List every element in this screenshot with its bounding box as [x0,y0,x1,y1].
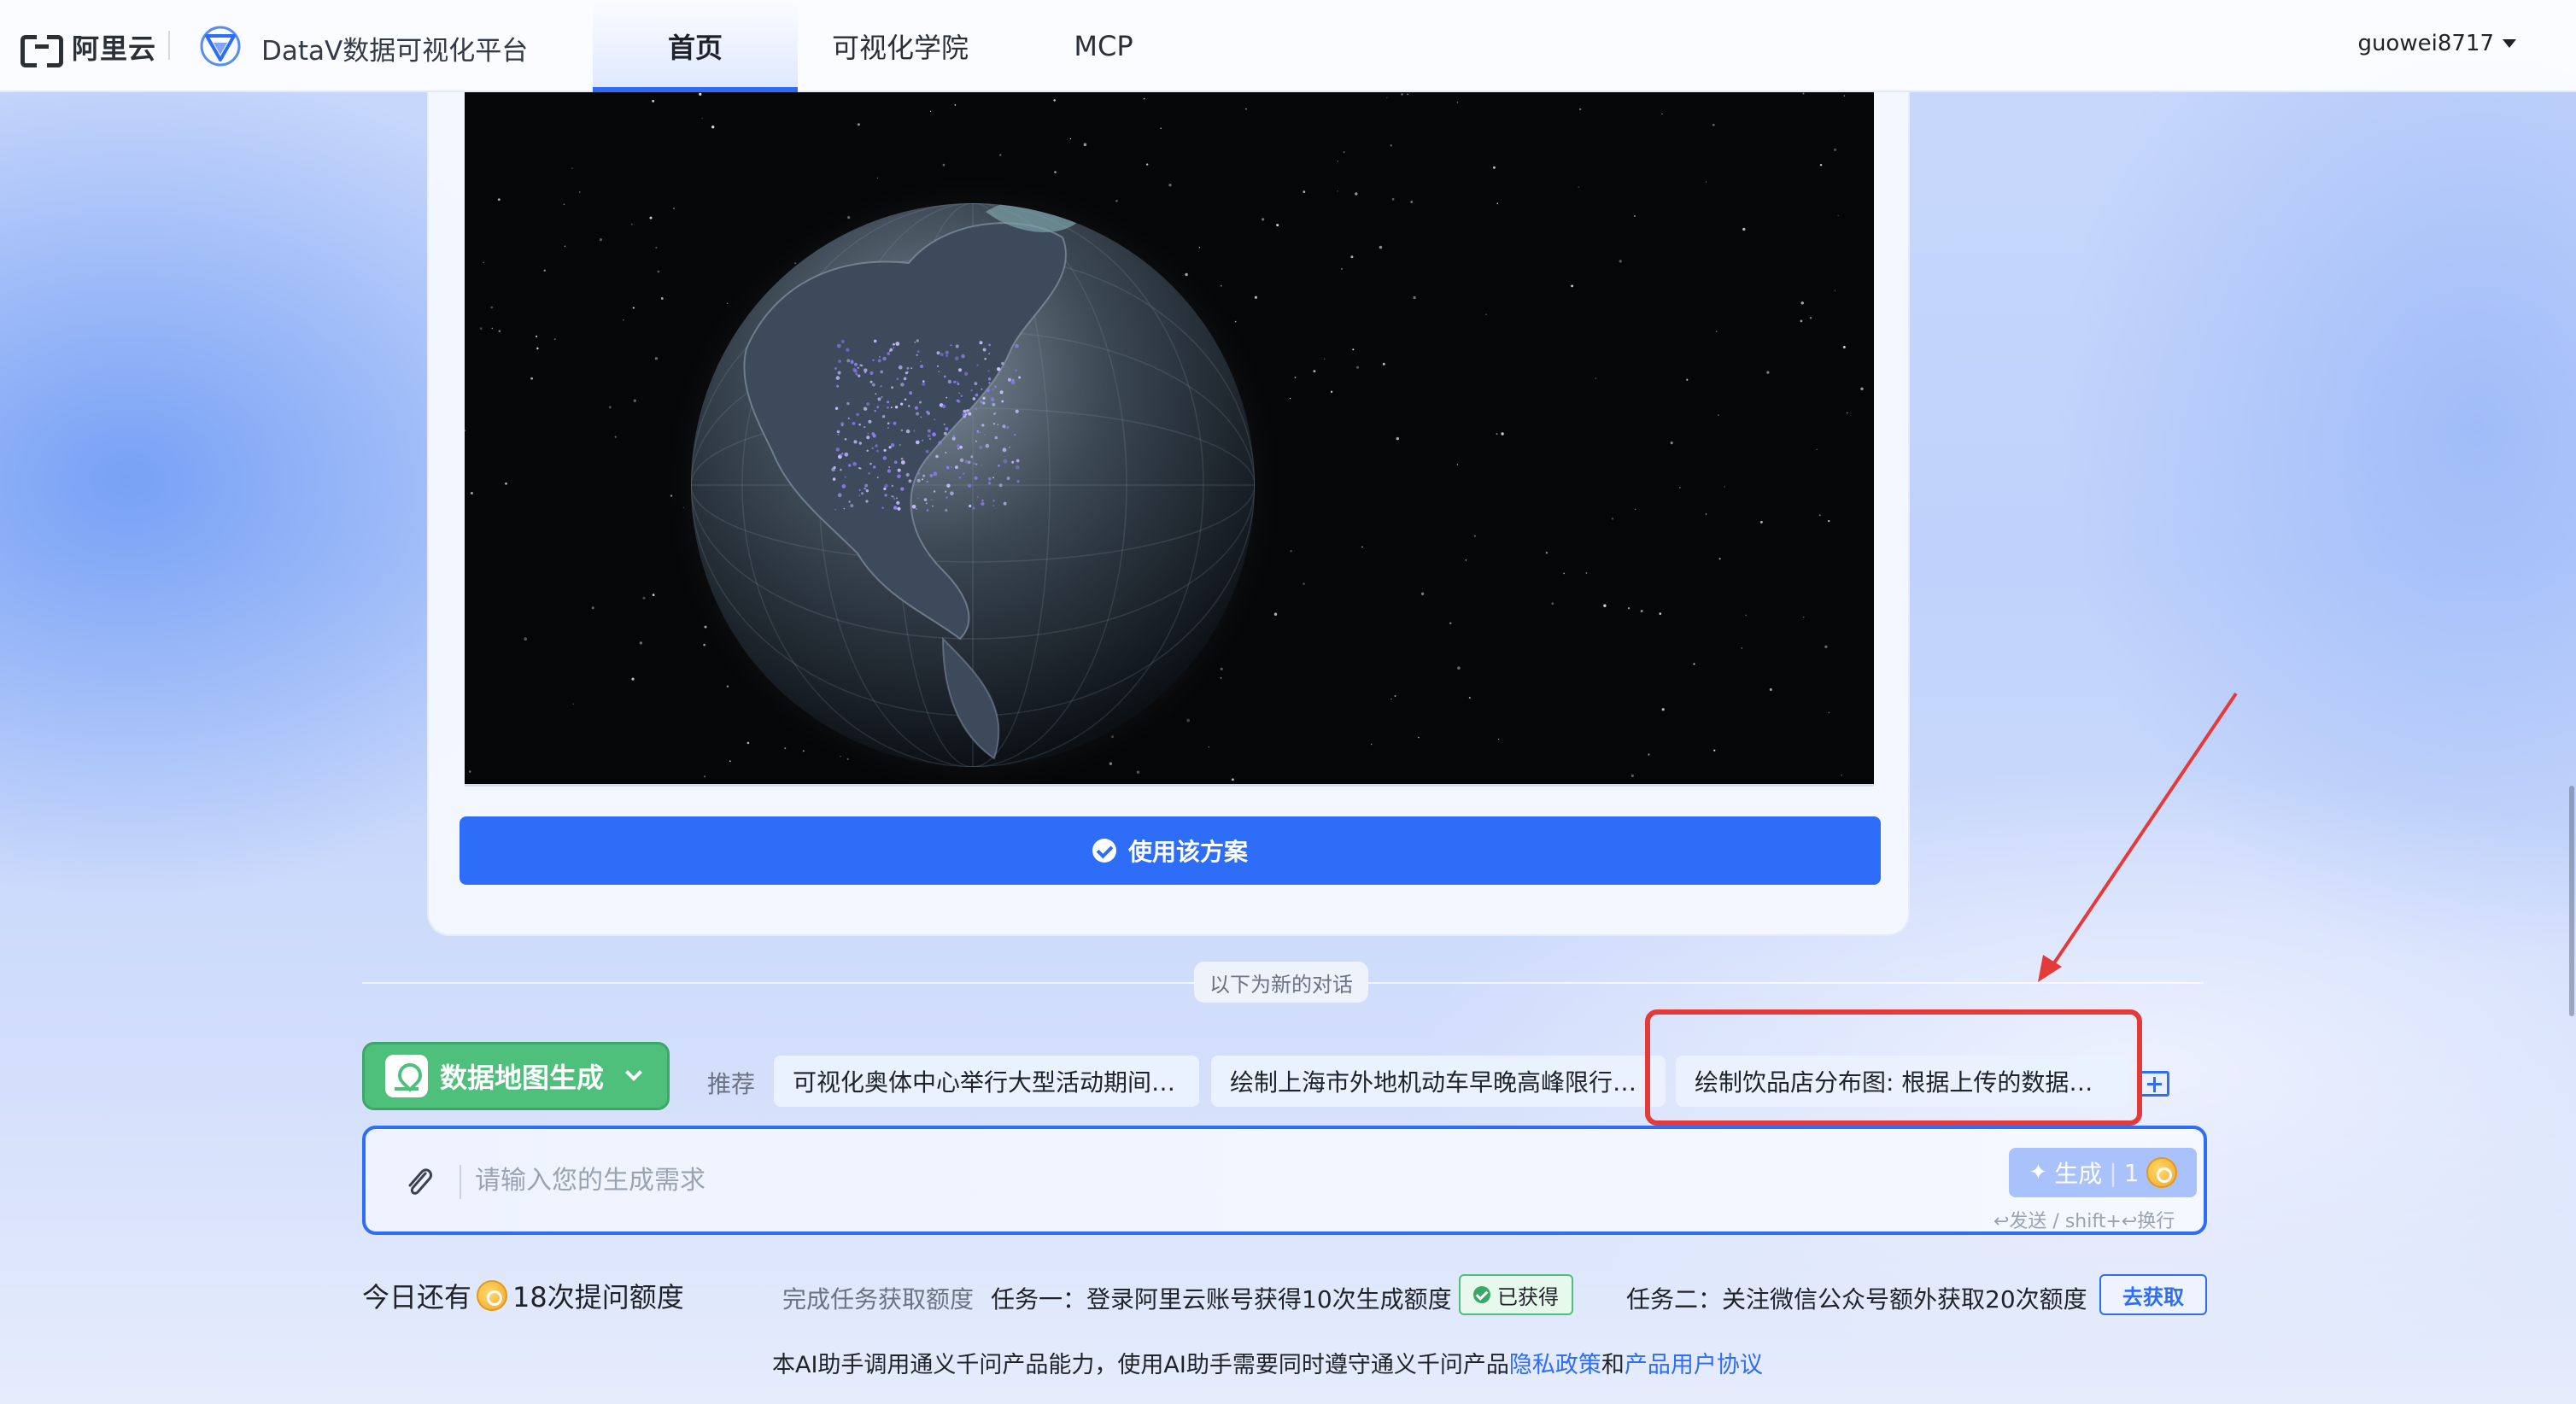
generate-label: 生成 [2054,1160,2103,1188]
privacy-policy-link[interactable]: 隐私政策 [1509,1352,1601,1378]
use-plan-button[interactable]: 使用该方案 [460,816,1881,885]
send-hint: ↩发送 / shift+↩换行 [1993,1211,2175,1232]
input-separator [460,1165,461,1199]
recommend-chip-2[interactable]: 绘制上海市外地机动车早晚高峰限行… [1211,1056,1666,1107]
check-circle-icon [1092,839,1116,863]
tab-mcp-label: MCP [1074,30,1133,62]
map-pin-icon [385,1055,428,1097]
claim-button-label: 去获取 [2122,1284,2184,1309]
use-plan-label: 使用该方案 [1127,838,1248,866]
tab-academy[interactable]: 可视化学院 [820,0,981,92]
tab-home-label: 首页 [667,32,723,64]
page-scrollbar[interactable] [2569,786,2574,1016]
tab-mcp[interactable]: MCP [1056,0,1151,92]
quota-prefix: 今日还有 [362,1281,472,1313]
prompt-input[interactable] [475,1155,1927,1206]
nav-divider [168,31,170,60]
aliyun-logo[interactable]: 阿里云 [20,27,156,67]
tab-academy-label: 可视化学院 [831,32,969,64]
aliyun-logo-icon [20,32,63,67]
recommend-chip-text: 可视化奥体中心举行大型活动期间… [793,1068,1176,1097]
tab-home[interactable]: 首页 [593,0,798,92]
prompt-input-box: ✦ 生成 | 1 ↩发送 / shift+↩换行 [362,1126,2207,1235]
task-label: 完成任务获取额度 [782,1285,975,1313]
caret-down-icon [2503,39,2516,48]
coin-icon [2146,1157,2177,1188]
check-icon [1473,1286,1490,1303]
chevron-down-icon [625,1064,642,1081]
user-menu[interactable]: guowei8717 [2357,31,2516,56]
product-title: DataV数据可视化平台 [261,36,529,67]
sparkle-icon: ✦ [2029,1160,2048,1185]
recommend-label: 推荐 [707,1070,756,1098]
username: guowei8717 [2357,31,2494,56]
globe-render [465,92,1864,784]
coin-icon [477,1280,508,1311]
footer-text: 本AI助手调用通义千问产品能力，使用AI助手需要同时遵守通义千问产品 [772,1352,1509,1378]
datav-logo-icon[interactable] [195,20,246,72]
quota-suffix: 18次提问额度 [512,1281,684,1313]
generate-cost: 1 [2123,1158,2140,1187]
new-conversation-label: 以下为新的对话 [1194,962,1368,1003]
task-one-status: 已获得 [1497,1284,1559,1309]
attachment-icon[interactable] [401,1163,436,1201]
recommend-chip-text: 绘制上海市外地机动车早晚高峰限行… [1230,1068,1637,1097]
result-card: 使用该方案 [427,92,1910,936]
quota-info: 今日还有 18次提问额度 [362,1276,684,1315]
aliyun-brand-text: 阿里云 [72,32,157,65]
footer-disclaimer: 本AI助手调用通义千问产品能力，使用AI助手需要同时遵守通义千问产品隐私政策和产… [772,1346,1763,1379]
task-two-text: 任务二：关注微信公众号额外获取20次额度 [1626,1285,2087,1313]
footer-and: 和 [1601,1352,1625,1378]
add-recommend-icon[interactable] [2139,1071,2169,1097]
mode-selector-button[interactable]: 数据地图生成 [362,1042,670,1110]
top-nav-bar: 阿里云 DataV数据可视化平台 首页 可视化学院 MCP guowei8717 [0,0,2576,92]
recommend-chip-1[interactable]: 可视化奥体中心举行大型活动期间… [774,1056,1199,1107]
generate-button[interactable]: ✦ 生成 | 1 [2009,1148,2197,1197]
mode-label: 数据地图生成 [440,1062,605,1094]
task-one-status-badge: 已获得 [1459,1274,1573,1315]
globe-visualization[interactable] [465,92,1874,787]
claim-button[interactable]: 去获取 [2099,1274,2207,1315]
generate-separator: | [2109,1158,2117,1187]
task-one-text: 任务一：登录阿里云账号获得10次生成额度 [991,1285,1452,1313]
annotation-highlight-box [1645,1009,2142,1126]
user-agreement-link[interactable]: 产品用户协议 [1625,1352,1763,1378]
